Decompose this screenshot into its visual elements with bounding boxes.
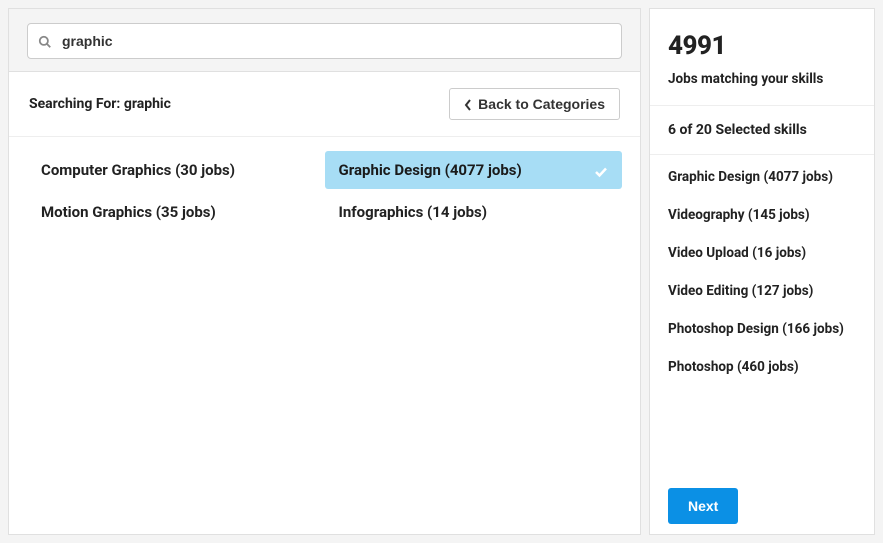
skill-result[interactable]: Motion Graphics (35 jobs) xyxy=(27,193,325,231)
search-bar xyxy=(9,9,640,72)
searching-for-label: Searching For: graphic xyxy=(29,96,171,112)
search-toolbar: Searching For: graphic Back to Categorie… xyxy=(9,72,640,137)
selected-skills-heading: 6 of 20 Selected skills xyxy=(650,106,874,155)
selected-skill[interactable]: Video Editing (127 jobs) xyxy=(668,283,856,299)
back-button-label: Back to Categories xyxy=(478,96,605,112)
selected-skill[interactable]: Photoshop (460 jobs) xyxy=(668,359,856,375)
skill-results-grid: Computer Graphics (30 jobs) Graphic Desig… xyxy=(9,137,640,245)
search-box[interactable] xyxy=(27,23,622,59)
selected-skill[interactable]: Graphic Design (4077 jobs) xyxy=(668,169,856,185)
jobs-count: 4991 xyxy=(668,31,856,61)
skill-result-label: Infographics (14 jobs) xyxy=(339,203,488,221)
chevron-left-icon xyxy=(464,98,472,110)
main-panel: Searching For: graphic Back to Categorie… xyxy=(8,8,641,535)
skill-result[interactable]: Graphic Design (4077 jobs) xyxy=(325,151,623,189)
skill-result[interactable]: Infographics (14 jobs) xyxy=(325,193,623,231)
skill-result-label: Graphic Design (4077 jobs) xyxy=(339,161,522,179)
sidebar-footer: Next xyxy=(650,472,874,534)
next-button[interactable]: Next xyxy=(668,488,738,524)
check-icon xyxy=(594,164,608,176)
selected-skill[interactable]: Video Upload (16 jobs) xyxy=(668,245,856,261)
back-to-categories-button[interactable]: Back to Categories xyxy=(449,88,620,120)
skill-result-label: Computer Graphics (30 jobs) xyxy=(41,161,235,179)
skill-result-label: Motion Graphics (35 jobs) xyxy=(41,203,216,221)
sidebar-summary: 4991 Jobs matching your skills xyxy=(650,9,874,106)
selected-skills-list: Graphic Design (4077 jobs) Videography (1… xyxy=(650,155,874,472)
jobs-count-sub: Jobs matching your skills xyxy=(668,71,856,87)
search-input[interactable] xyxy=(62,33,611,49)
selected-skill[interactable]: Videography (145 jobs) xyxy=(668,207,856,223)
skill-result[interactable]: Computer Graphics (30 jobs) xyxy=(27,151,325,189)
selected-skill[interactable]: Photoshop Design (166 jobs) xyxy=(668,321,856,337)
sidebar: 4991 Jobs matching your skills 6 of 20 S… xyxy=(649,8,875,535)
search-icon xyxy=(38,34,52,48)
